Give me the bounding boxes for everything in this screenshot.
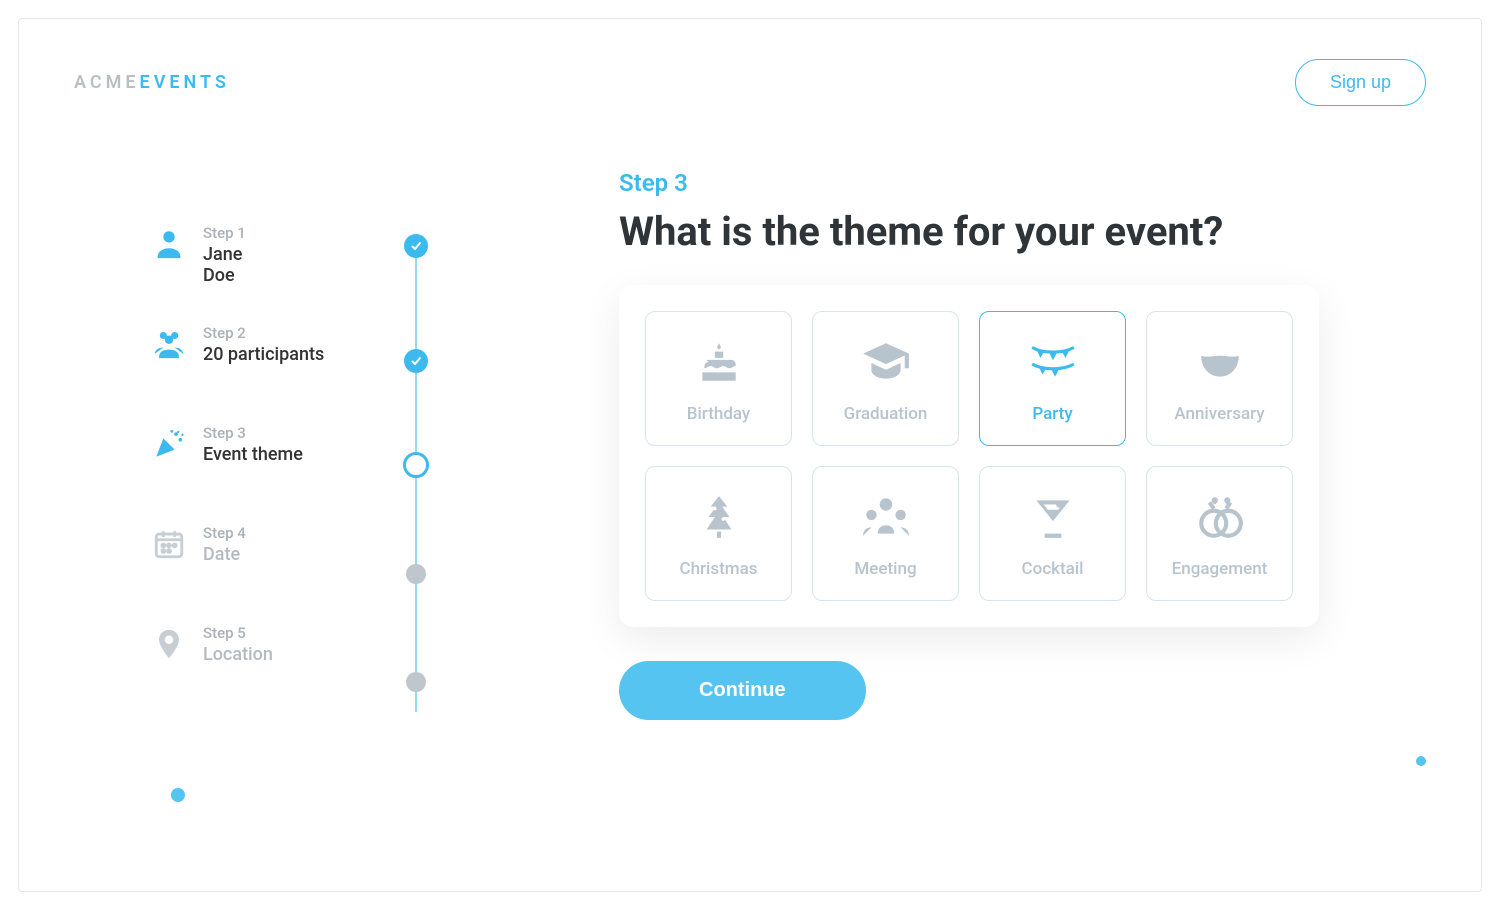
- timeline-dot-3-current: [403, 452, 429, 478]
- theme-label: Cocktail: [1022, 559, 1084, 579]
- step-1-label: Step 1: [203, 224, 246, 242]
- current-step-indicator: Step 3: [619, 169, 1319, 197]
- theme-label: Party: [1032, 404, 1072, 424]
- confetti-icon: [149, 424, 189, 464]
- step-4-label: Step 4: [203, 524, 246, 542]
- people-icon: [149, 324, 189, 364]
- theme-option-graduation[interactable]: Graduation: [812, 311, 959, 446]
- step-3-label: Step 3: [203, 424, 303, 442]
- step-2-label: Step 2: [203, 324, 324, 342]
- timeline-dot-2-done: [404, 349, 428, 373]
- timeline-dot-4-future: [406, 564, 426, 584]
- theme-grid: Birthday Graduation Party Anniversary: [619, 285, 1319, 627]
- main-content: Step 3 What is the theme for your event?…: [619, 169, 1319, 720]
- theme-option-anniversary[interactable]: Anniversary: [1146, 311, 1293, 446]
- theme-option-meeting[interactable]: Meeting: [812, 466, 959, 601]
- brand-logo: ACMEEVENTS: [74, 72, 230, 93]
- step-5-label: Step 5: [203, 624, 273, 642]
- theme-option-party[interactable]: Party: [979, 311, 1126, 446]
- theme-option-cocktail[interactable]: Cocktail: [979, 466, 1126, 601]
- brand-part-2: EVENTS: [140, 72, 230, 93]
- theme-option-birthday[interactable]: Birthday: [645, 311, 792, 446]
- christmas-tree-icon: [691, 489, 747, 545]
- progress-timeline: [404, 234, 428, 722]
- cake-icon: [691, 334, 747, 390]
- timeline-dot-1-done: [404, 234, 428, 258]
- theme-label: Christmas: [679, 559, 757, 579]
- continue-button[interactable]: Continue: [619, 661, 866, 720]
- brand-part-1: ACME: [74, 72, 140, 93]
- cocktail-glass-icon: [1025, 489, 1081, 545]
- theme-label: Birthday: [687, 404, 751, 424]
- main-title: What is the theme for your event?: [619, 207, 1319, 257]
- theme-label: Meeting: [854, 559, 916, 579]
- step-5-value: Location: [203, 644, 273, 665]
- decorative-dot: [171, 788, 185, 802]
- signup-button[interactable]: Sign up: [1295, 59, 1426, 106]
- step-3-value: Event theme: [203, 444, 303, 465]
- timeline-dot-5-future: [406, 672, 426, 692]
- decorative-dot: [1416, 756, 1426, 766]
- header: ACMEEVENTS Sign up: [74, 59, 1426, 106]
- theme-label: Engagement: [1172, 559, 1268, 579]
- mask-icon: [1192, 334, 1248, 390]
- theme-option-christmas[interactable]: Christmas: [645, 466, 792, 601]
- graduation-cap-icon: [858, 334, 914, 390]
- person-icon: [149, 224, 189, 264]
- theme-label: Anniversary: [1174, 404, 1264, 424]
- rings-icon: [1192, 489, 1248, 545]
- step-2-value: 20 participants: [203, 344, 324, 365]
- theme-option-engagement[interactable]: Engagement: [1146, 466, 1293, 601]
- calendar-icon: [149, 524, 189, 564]
- meeting-group-icon: [858, 489, 914, 545]
- step-4-value: Date: [203, 544, 246, 565]
- step-1-value: Jane Doe: [203, 244, 246, 286]
- party-flags-icon: [1025, 334, 1081, 390]
- location-pin-icon: [149, 624, 189, 664]
- theme-label: Graduation: [844, 404, 928, 424]
